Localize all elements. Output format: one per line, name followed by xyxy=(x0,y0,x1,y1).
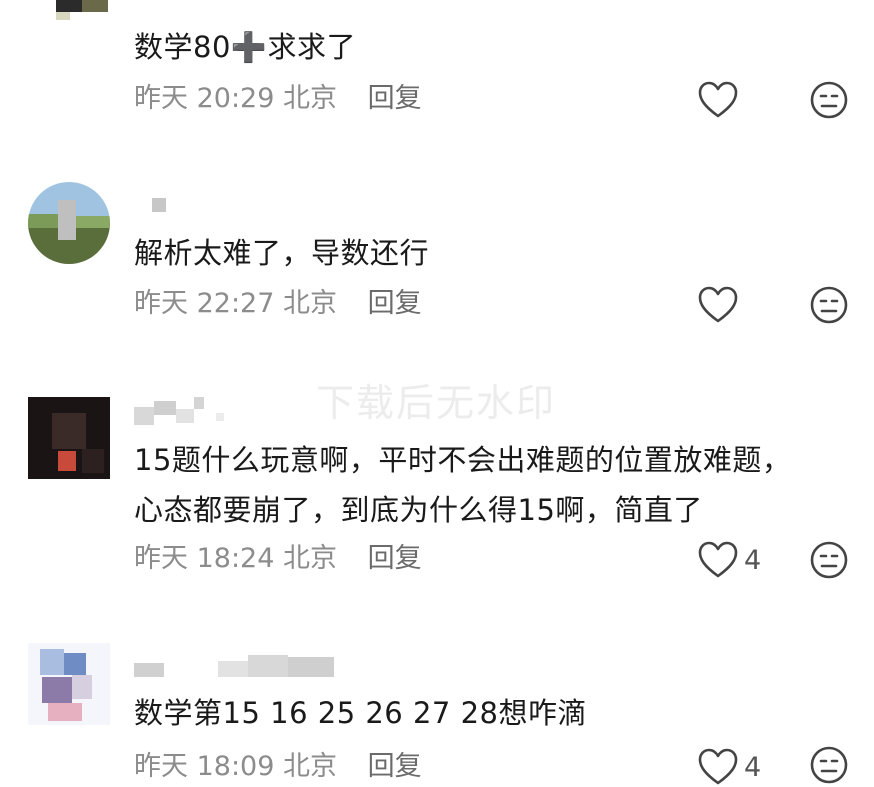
dislike-button[interactable] xyxy=(809,285,849,325)
avatar[interactable] xyxy=(28,397,110,479)
comment-location: 北京 xyxy=(283,83,337,114)
reply-button[interactable]: 回复 xyxy=(368,543,422,574)
like-button[interactable]: 4 xyxy=(698,747,761,787)
heart-outline-icon xyxy=(698,748,738,786)
meh-face-icon xyxy=(809,745,849,785)
dislike-button[interactable] xyxy=(809,745,849,785)
like-button[interactable]: 4 xyxy=(698,540,761,580)
reply-button[interactable]: 回复 xyxy=(368,751,422,782)
comment-location: 北京 xyxy=(283,751,337,782)
comment-location: 北京 xyxy=(283,288,337,319)
avatar[interactable] xyxy=(28,0,110,20)
like-button[interactable] xyxy=(698,285,744,325)
comment-text: 15题什么玩意啊，平时不会出难题的位置放难题， 心态都要崩了，到底为什么得15啊… xyxy=(134,443,792,527)
comment-location: 北京 xyxy=(283,543,337,574)
comment-item: 数学80➕求求了 昨天 20:29 北京 回复 xyxy=(0,0,874,140)
dislike-button[interactable] xyxy=(809,540,849,580)
avatar[interactable] xyxy=(28,643,110,725)
meh-face-icon xyxy=(809,285,849,325)
meh-face-icon xyxy=(809,80,849,120)
comment-meta: 昨天 22:27 北京 回复 xyxy=(134,284,422,324)
heart-outline-icon xyxy=(698,541,738,579)
comment-time: 昨天 18:09 xyxy=(134,751,275,782)
comment-text: 解析太难了，导数还行 xyxy=(134,236,430,270)
comment-meta: 昨天 20:29 北京 回复 xyxy=(134,79,422,119)
comment-item: 解析太难了，导数还行 昨天 22:27 北京 回复 xyxy=(0,170,874,340)
dislike-button[interactable] xyxy=(809,80,849,120)
comment-text: 数学80➕求求了 xyxy=(134,30,357,64)
avatar[interactable] xyxy=(28,182,110,264)
like-count: 4 xyxy=(744,544,762,576)
comment-time: 昨天 18:24 xyxy=(134,543,275,574)
comment-item: 15题什么玩意啊，平时不会出难题的位置放难题， 心态都要崩了，到底为什么得15啊… xyxy=(0,385,874,605)
meh-face-icon xyxy=(809,540,849,580)
comment-meta: 昨天 18:24 北京 回复 xyxy=(134,539,422,579)
heart-outline-icon xyxy=(698,81,738,119)
reply-button[interactable]: 回复 xyxy=(368,83,422,114)
comment-text: 数学第15 16 25 26 27 28想咋滴 xyxy=(134,696,587,730)
comment-item: 数学第15 16 25 26 27 28想咋滴 昨天 18:09 北京 回复 4 xyxy=(0,635,874,786)
comment-time: 昨天 22:27 xyxy=(134,288,275,319)
like-button[interactable] xyxy=(698,80,744,120)
heart-outline-icon xyxy=(698,286,738,324)
reply-button[interactable]: 回复 xyxy=(368,288,422,319)
like-count: 4 xyxy=(744,751,762,783)
comment-time: 昨天 20:29 xyxy=(134,83,275,114)
comment-meta: 昨天 18:09 北京 回复 xyxy=(134,747,422,787)
